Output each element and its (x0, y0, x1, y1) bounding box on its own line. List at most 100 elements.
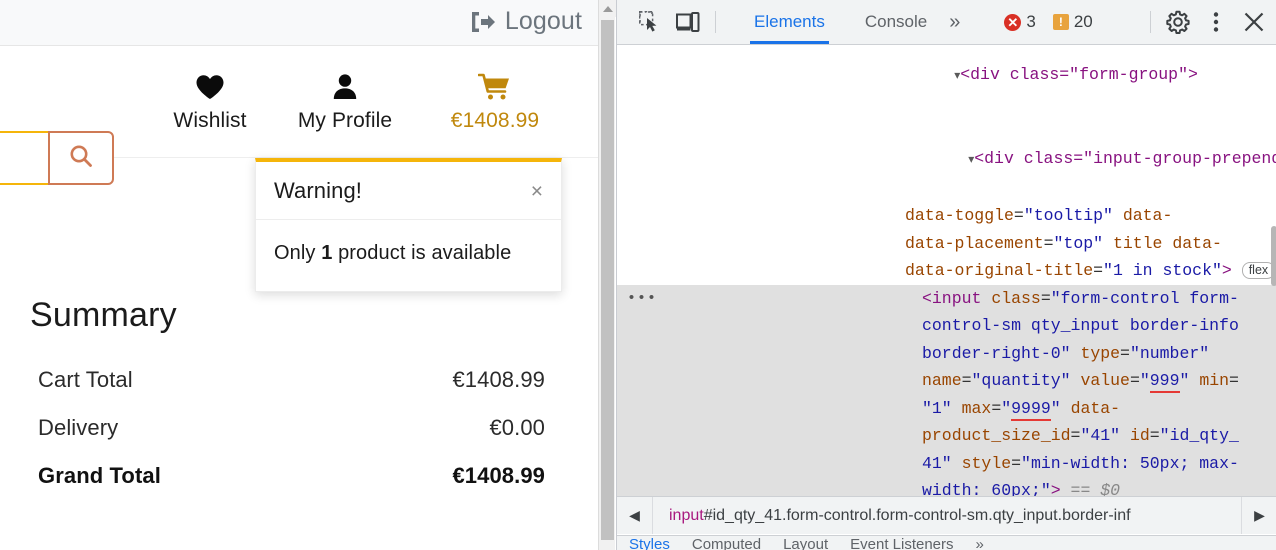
device-toolbar-icon[interactable] (669, 3, 707, 41)
warning-message-suffix: product is available (332, 242, 511, 264)
attr-max-value[interactable]: 9999 (1011, 399, 1051, 421)
dom-line-form-group-text: <div class="form-group"> (960, 65, 1198, 84)
search-icon (68, 143, 94, 174)
nav-item-wishlist-label: Wishlist (173, 109, 246, 133)
more-vertical-icon[interactable] (1197, 3, 1235, 41)
logout-button[interactable]: Logout (470, 7, 582, 36)
selected-node-marker: == $0 (1071, 481, 1121, 496)
attr-type-value: "number" (1130, 344, 1209, 363)
attr-id: id (1130, 426, 1150, 445)
nav-item-cart[interactable]: €1408.99 (420, 69, 570, 133)
attr-data-original-title-value: "1 in stock" (1103, 261, 1222, 280)
warning-header: Warning! × (256, 162, 561, 220)
warning-close-button[interactable]: × (531, 181, 543, 202)
dom-line-prepend-attrs-3: data-original-title="1 in stock"> flex (617, 257, 1276, 285)
error-count-badge[interactable]: ✕ 3 (1004, 12, 1035, 32)
warning-message: Only 1 product is available (256, 220, 561, 291)
devtools-panel: Elements Console » ✕ 3 ! 20 (616, 0, 1276, 550)
site-top-bar: Logout (0, 0, 598, 46)
heart-icon (195, 69, 225, 105)
dom-line-input-group-prepend[interactable]: ▾<div class="input-group-prepend" (617, 118, 1276, 203)
dom-tree[interactable]: ▾<div class="form-group"> ▾<div class="i… (617, 46, 1276, 496)
dom-tree-scrollbar[interactable] (1271, 46, 1276, 496)
dom-line-form-group[interactable]: ▾<div class="form-group"> (617, 46, 1276, 118)
logout-label: Logout (505, 7, 582, 36)
breadcrumb-element-name: input (669, 507, 704, 524)
dom-prepend-open: <div class="input-group-prepend" (974, 149, 1276, 168)
person-icon (332, 69, 358, 105)
search-button[interactable] (48, 131, 114, 185)
order-summary: Summary Cart Total €1408.99 Delivery €0.… (30, 296, 545, 511)
summary-row-cart-total: Cart Total €1408.99 (30, 367, 545, 393)
attr-min: min (1199, 371, 1229, 390)
attr-style: style (962, 454, 1012, 473)
page-scrollbar[interactable] (598, 0, 615, 550)
issue-counters: ✕ 3 ! 20 (1004, 12, 1092, 32)
summary-label-delivery: Delivery (30, 415, 118, 441)
attr-product-size-id-value: "41" (1080, 426, 1120, 445)
toolbar-divider (715, 11, 716, 33)
dom-line-prepend-attrs-2: data-placement="top" title data- (617, 230, 1276, 258)
warning-message-count: 1 (321, 242, 332, 264)
attr-data-toggle: data-toggle (905, 206, 1014, 225)
attr-value-value[interactable]: 999 (1150, 371, 1180, 393)
error-count-value: 3 (1026, 12, 1035, 32)
dom-tree-scrollbar-thumb[interactable] (1271, 226, 1276, 286)
tab-elements-label: Elements (754, 12, 825, 31)
toolbar-right-actions (1142, 3, 1273, 41)
summary-value-cart-total: €1408.99 (452, 367, 545, 393)
nav-item-wishlist[interactable]: Wishlist (150, 69, 270, 133)
attr-name-value: "quantity" (972, 371, 1071, 390)
summary-value-delivery: €0.00 (489, 415, 545, 441)
error-icon: ✕ (1004, 14, 1021, 31)
attr-class: class (991, 289, 1041, 308)
summary-label-grand-total: Grand Total (30, 463, 161, 489)
sidebar-tab-layout[interactable]: Layout (783, 536, 828, 550)
site-navbar: Wishlist My Profile (0, 47, 598, 158)
sidebar-tab-more[interactable]: » (976, 536, 984, 550)
breadcrumb-selected-node[interactable]: input#id_qty_41.form-control.form-contro… (653, 507, 1131, 525)
sidebar-tab-computed[interactable]: Computed (692, 536, 761, 550)
tab-elements[interactable]: Elements (742, 0, 837, 44)
devtools-sidebar-tabs: Styles Computed Layout Event Listeners » (617, 535, 1276, 550)
summary-row-grand-total: Grand Total €1408.99 (30, 463, 545, 489)
warning-title: Warning! (256, 178, 362, 204)
scrollbar-thumb[interactable] (601, 20, 614, 540)
search-input[interactable] (0, 131, 48, 185)
warning-message-prefix: Only (274, 242, 321, 264)
dom-line-prepend-attrs-1: data-toggle="tooltip" data- (617, 202, 1276, 230)
sidebar-tab-event-listeners[interactable]: Event Listeners (850, 536, 953, 550)
attr-title: title (1113, 234, 1163, 253)
attr-value: value (1080, 371, 1130, 390)
breadcrumb-scroll-right-icon[interactable]: ▶ (1241, 497, 1276, 534)
logout-arrow-icon (470, 10, 496, 34)
shopping-cart-icon (478, 69, 512, 105)
scrollbar-up-arrow[interactable] (599, 0, 616, 17)
attr-data-toggle-value: "tooltip" (1024, 206, 1113, 225)
breadcrumb-scroll-left-icon[interactable]: ◀ (617, 497, 653, 534)
nav-item-my-profile-label: My Profile (298, 109, 392, 133)
search-form (0, 131, 114, 185)
attr-max: max (962, 399, 992, 418)
warning-count-value: 20 (1074, 12, 1093, 32)
dom-breadcrumb-bar: ◀ input#id_qty_41.form-control.form-cont… (617, 496, 1276, 534)
gear-icon[interactable] (1159, 3, 1197, 41)
devtools-toolbar: Elements Console » ✕ 3 ! 20 (617, 0, 1276, 45)
tab-console[interactable]: Console (853, 0, 939, 44)
inspect-element-icon[interactable] (631, 3, 669, 41)
nav-item-my-profile[interactable]: My Profile (270, 69, 420, 133)
summary-heading: Summary (30, 296, 545, 335)
dom-node-input-selected[interactable]: ••• <input class="form-control form- con… (617, 285, 1276, 497)
web-page-viewport: Logout (0, 0, 598, 550)
attr-min-value: "1" (922, 399, 952, 418)
more-tabs-icon[interactable]: » (939, 0, 970, 44)
warning-count-badge[interactable]: ! 20 (1053, 12, 1093, 32)
summary-row-delivery: Delivery €0.00 (30, 415, 545, 441)
attr-data-original-title: data-original-title (905, 261, 1093, 280)
summary-value-grand-total: €1408.99 (452, 463, 545, 489)
attr-type: type (1080, 344, 1120, 363)
tab-console-label: Console (865, 12, 927, 31)
summary-label-cart-total: Cart Total (30, 367, 133, 393)
sidebar-tab-styles[interactable]: Styles (629, 536, 670, 550)
close-icon[interactable] (1235, 3, 1273, 41)
